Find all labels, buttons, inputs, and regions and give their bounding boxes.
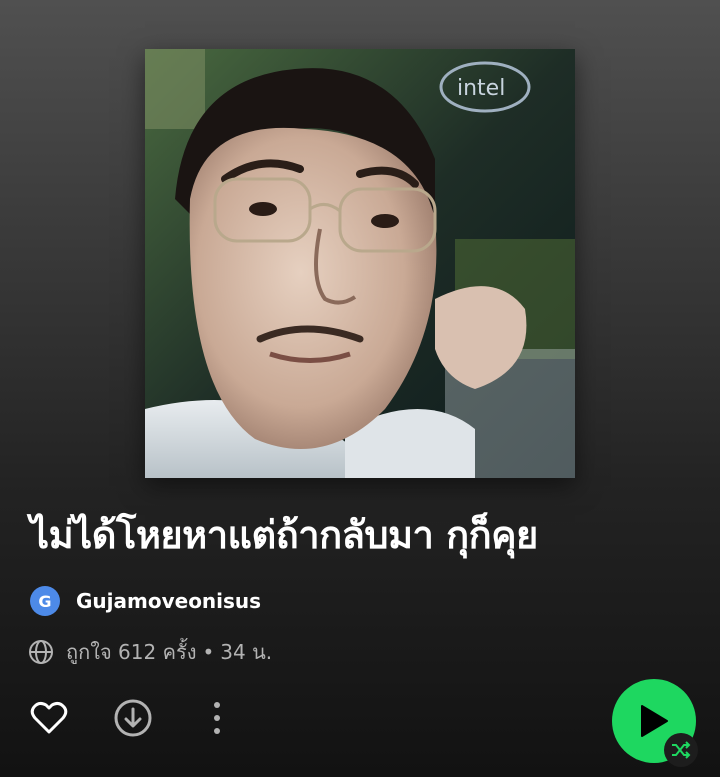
- meta-separator: •: [202, 640, 215, 664]
- likes-count: ถูกใจ 612 ครั้ง: [66, 640, 197, 664]
- owner-name[interactable]: Gujamoveonisus: [76, 589, 261, 613]
- download-circle-icon: [114, 699, 152, 737]
- play-icon: [641, 705, 668, 737]
- shuffle-icon: [672, 741, 691, 759]
- heart-outline-icon: [30, 701, 68, 734]
- playlist-title: ไม่ได้โหยหาแต่ถ้ากลับมา กุก็คุย: [30, 513, 538, 557]
- globe-icon: [29, 640, 53, 664]
- like-button[interactable]: [28, 697, 70, 739]
- owner-row[interactable]: G Gujamoveonisus: [30, 585, 261, 617]
- svg-text:intel: intel: [457, 76, 505, 101]
- more-options-button[interactable]: [202, 697, 232, 739]
- cover-photo: intel: [145, 49, 575, 478]
- playlist-cover: intel: [145, 49, 575, 478]
- shuffle-toggle[interactable]: [664, 733, 698, 767]
- more-vertical-icon: [214, 702, 220, 734]
- download-button[interactable]: [112, 697, 154, 739]
- avatar[interactable]: G: [30, 586, 60, 616]
- total-duration: 34 น.: [220, 640, 273, 664]
- playlist-meta: ถูกใจ 612 ครั้ง • 34 น.: [28, 636, 272, 668]
